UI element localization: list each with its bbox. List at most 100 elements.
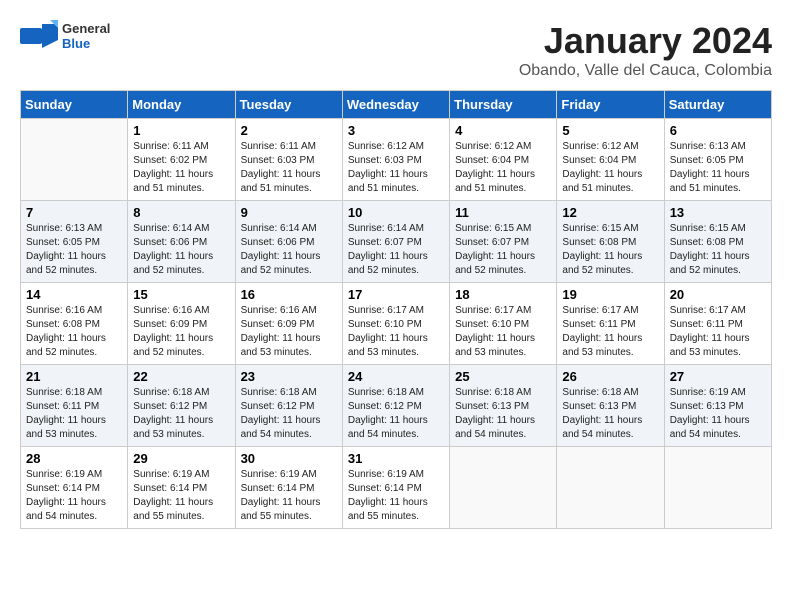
day-number: 1 (133, 123, 229, 138)
day-info: Sunrise: 6:12 AM Sunset: 6:03 PM Dayligh… (348, 140, 444, 196)
calendar-cell: 6 Sunrise: 6:13 AM Sunset: 6:05 PM Daylig… (664, 119, 771, 201)
col-header-monday: Monday (128, 91, 235, 119)
day-number: 6 (670, 123, 766, 138)
day-info: Sunrise: 6:16 AM Sunset: 6:08 PM Dayligh… (26, 304, 122, 360)
day-info: Sunrise: 6:18 AM Sunset: 6:12 PM Dayligh… (133, 386, 229, 442)
day-number: 19 (562, 287, 658, 302)
day-info: Sunrise: 6:12 AM Sunset: 6:04 PM Dayligh… (455, 140, 551, 196)
calendar-cell: 7 Sunrise: 6:13 AM Sunset: 6:05 PM Daylig… (21, 201, 128, 283)
day-info: Sunrise: 6:15 AM Sunset: 6:08 PM Dayligh… (670, 222, 766, 278)
day-number: 22 (133, 369, 229, 384)
calendar-cell: 27 Sunrise: 6:19 AM Sunset: 6:13 PM Dayli… (664, 365, 771, 447)
calendar-cell: 16 Sunrise: 6:16 AM Sunset: 6:09 PM Dayli… (235, 283, 342, 365)
title-area: January 2024 Obando, Valle del Cauca, Co… (519, 20, 772, 80)
day-info: Sunrise: 6:14 AM Sunset: 6:07 PM Dayligh… (348, 222, 444, 278)
day-number: 31 (348, 451, 444, 466)
calendar-cell: 29 Sunrise: 6:19 AM Sunset: 6:14 PM Dayli… (128, 447, 235, 529)
day-number: 10 (348, 205, 444, 220)
calendar-table: SundayMondayTuesdayWednesdayThursdayFrid… (20, 90, 772, 529)
logo: General Blue (20, 20, 110, 52)
day-info: Sunrise: 6:15 AM Sunset: 6:08 PM Dayligh… (562, 222, 658, 278)
day-info: Sunrise: 6:16 AM Sunset: 6:09 PM Dayligh… (241, 304, 337, 360)
calendar-cell: 18 Sunrise: 6:17 AM Sunset: 6:10 PM Dayli… (450, 283, 557, 365)
location-title: Obando, Valle del Cauca, Colombia (519, 62, 772, 80)
day-info: Sunrise: 6:15 AM Sunset: 6:07 PM Dayligh… (455, 222, 551, 278)
calendar-cell: 21 Sunrise: 6:18 AM Sunset: 6:11 PM Dayli… (21, 365, 128, 447)
day-info: Sunrise: 6:19 AM Sunset: 6:14 PM Dayligh… (133, 468, 229, 524)
col-header-friday: Friday (557, 91, 664, 119)
day-number: 9 (241, 205, 337, 220)
calendar-cell: 8 Sunrise: 6:14 AM Sunset: 6:06 PM Daylig… (128, 201, 235, 283)
day-info: Sunrise: 6:13 AM Sunset: 6:05 PM Dayligh… (670, 140, 766, 196)
calendar-cell: 28 Sunrise: 6:19 AM Sunset: 6:14 PM Dayli… (21, 447, 128, 529)
calendar-cell (450, 447, 557, 529)
day-info: Sunrise: 6:16 AM Sunset: 6:09 PM Dayligh… (133, 304, 229, 360)
week-row-2: 7 Sunrise: 6:13 AM Sunset: 6:05 PM Daylig… (21, 201, 772, 283)
day-info: Sunrise: 6:13 AM Sunset: 6:05 PM Dayligh… (26, 222, 122, 278)
day-info: Sunrise: 6:18 AM Sunset: 6:12 PM Dayligh… (241, 386, 337, 442)
col-header-saturday: Saturday (664, 91, 771, 119)
col-header-thursday: Thursday (450, 91, 557, 119)
day-number: 7 (26, 205, 122, 220)
day-info: Sunrise: 6:19 AM Sunset: 6:14 PM Dayligh… (241, 468, 337, 524)
day-info: Sunrise: 6:11 AM Sunset: 6:03 PM Dayligh… (241, 140, 337, 196)
calendar-cell: 25Sunrise: 6:18 AM Sunset: 6:13 PM Dayli… (450, 365, 557, 447)
day-info: Sunrise: 6:18 AM Sunset: 6:12 PM Dayligh… (348, 386, 444, 442)
day-number: 13 (670, 205, 766, 220)
day-info: Sunrise: 6:19 AM Sunset: 6:13 PM Dayligh… (670, 386, 766, 442)
month-title: January 2024 (519, 20, 772, 62)
col-header-wednesday: Wednesday (342, 91, 449, 119)
col-header-tuesday: Tuesday (235, 91, 342, 119)
week-row-5: 28 Sunrise: 6:19 AM Sunset: 6:14 PM Dayli… (21, 447, 772, 529)
calendar-cell (557, 447, 664, 529)
calendar-cell: 14Sunrise: 6:16 AM Sunset: 6:08 PM Dayli… (21, 283, 128, 365)
calendar-cell: 20 Sunrise: 6:17 AM Sunset: 6:11 PM Dayli… (664, 283, 771, 365)
calendar-cell: 3 Sunrise: 6:12 AM Sunset: 6:03 PM Daylig… (342, 119, 449, 201)
day-number: 24 (348, 369, 444, 384)
day-info: Sunrise: 6:17 AM Sunset: 6:11 PM Dayligh… (670, 304, 766, 360)
calendar-cell: 9 Sunrise: 6:14 AM Sunset: 6:06 PM Daylig… (235, 201, 342, 283)
day-number: 4 (455, 123, 551, 138)
day-number: 27 (670, 369, 766, 384)
day-number: 5 (562, 123, 658, 138)
calendar-cell: 1Sunrise: 6:11 AM Sunset: 6:02 PM Daylig… (128, 119, 235, 201)
header: General Blue January 2024 Obando, Valle … (20, 20, 772, 80)
week-row-1: 1Sunrise: 6:11 AM Sunset: 6:02 PM Daylig… (21, 119, 772, 201)
day-info: Sunrise: 6:14 AM Sunset: 6:06 PM Dayligh… (133, 222, 229, 278)
logo-blue: Blue (62, 36, 110, 51)
calendar-cell: 15Sunrise: 6:16 AM Sunset: 6:09 PM Dayli… (128, 283, 235, 365)
calendar-cell: 2 Sunrise: 6:11 AM Sunset: 6:03 PM Daylig… (235, 119, 342, 201)
week-row-4: 21 Sunrise: 6:18 AM Sunset: 6:11 PM Dayli… (21, 365, 772, 447)
calendar-cell: 24 Sunrise: 6:18 AM Sunset: 6:12 PM Dayli… (342, 365, 449, 447)
day-info: Sunrise: 6:17 AM Sunset: 6:11 PM Dayligh… (562, 304, 658, 360)
calendar-cell: 30 Sunrise: 6:19 AM Sunset: 6:14 PM Dayli… (235, 447, 342, 529)
calendar-cell: 19 Sunrise: 6:17 AM Sunset: 6:11 PM Dayli… (557, 283, 664, 365)
day-number: 28 (26, 451, 122, 466)
day-number: 18 (455, 287, 551, 302)
day-number: 29 (133, 451, 229, 466)
day-info: Sunrise: 6:19 AM Sunset: 6:14 PM Dayligh… (26, 468, 122, 524)
day-info: Sunrise: 6:18 AM Sunset: 6:11 PM Dayligh… (26, 386, 122, 442)
day-number: 20 (670, 287, 766, 302)
day-number: 26 (562, 369, 658, 384)
day-info: Sunrise: 6:18 AM Sunset: 6:13 PM Dayligh… (455, 386, 551, 442)
day-number: 16 (241, 287, 337, 302)
day-number: 30 (241, 451, 337, 466)
calendar-cell: 12Sunrise: 6:15 AM Sunset: 6:08 PM Dayli… (557, 201, 664, 283)
day-info: Sunrise: 6:14 AM Sunset: 6:06 PM Dayligh… (241, 222, 337, 278)
calendar-cell: 4 Sunrise: 6:12 AM Sunset: 6:04 PM Daylig… (450, 119, 557, 201)
day-number: 17 (348, 287, 444, 302)
day-info: Sunrise: 6:17 AM Sunset: 6:10 PM Dayligh… (455, 304, 551, 360)
day-number: 2 (241, 123, 337, 138)
calendar-cell: 13 Sunrise: 6:15 AM Sunset: 6:08 PM Dayli… (664, 201, 771, 283)
day-number: 3 (348, 123, 444, 138)
day-number: 23 (241, 369, 337, 384)
day-number: 11 (455, 205, 551, 220)
day-info: Sunrise: 6:17 AM Sunset: 6:10 PM Dayligh… (348, 304, 444, 360)
calendar-cell: 11 Sunrise: 6:15 AM Sunset: 6:07 PM Dayli… (450, 201, 557, 283)
calendar-cell: 17 Sunrise: 6:17 AM Sunset: 6:10 PM Dayli… (342, 283, 449, 365)
calendar-cell: 23 Sunrise: 6:18 AM Sunset: 6:12 PM Dayli… (235, 365, 342, 447)
day-number: 8 (133, 205, 229, 220)
day-info: Sunrise: 6:19 AM Sunset: 6:14 PM Dayligh… (348, 468, 444, 524)
day-number: 21 (26, 369, 122, 384)
